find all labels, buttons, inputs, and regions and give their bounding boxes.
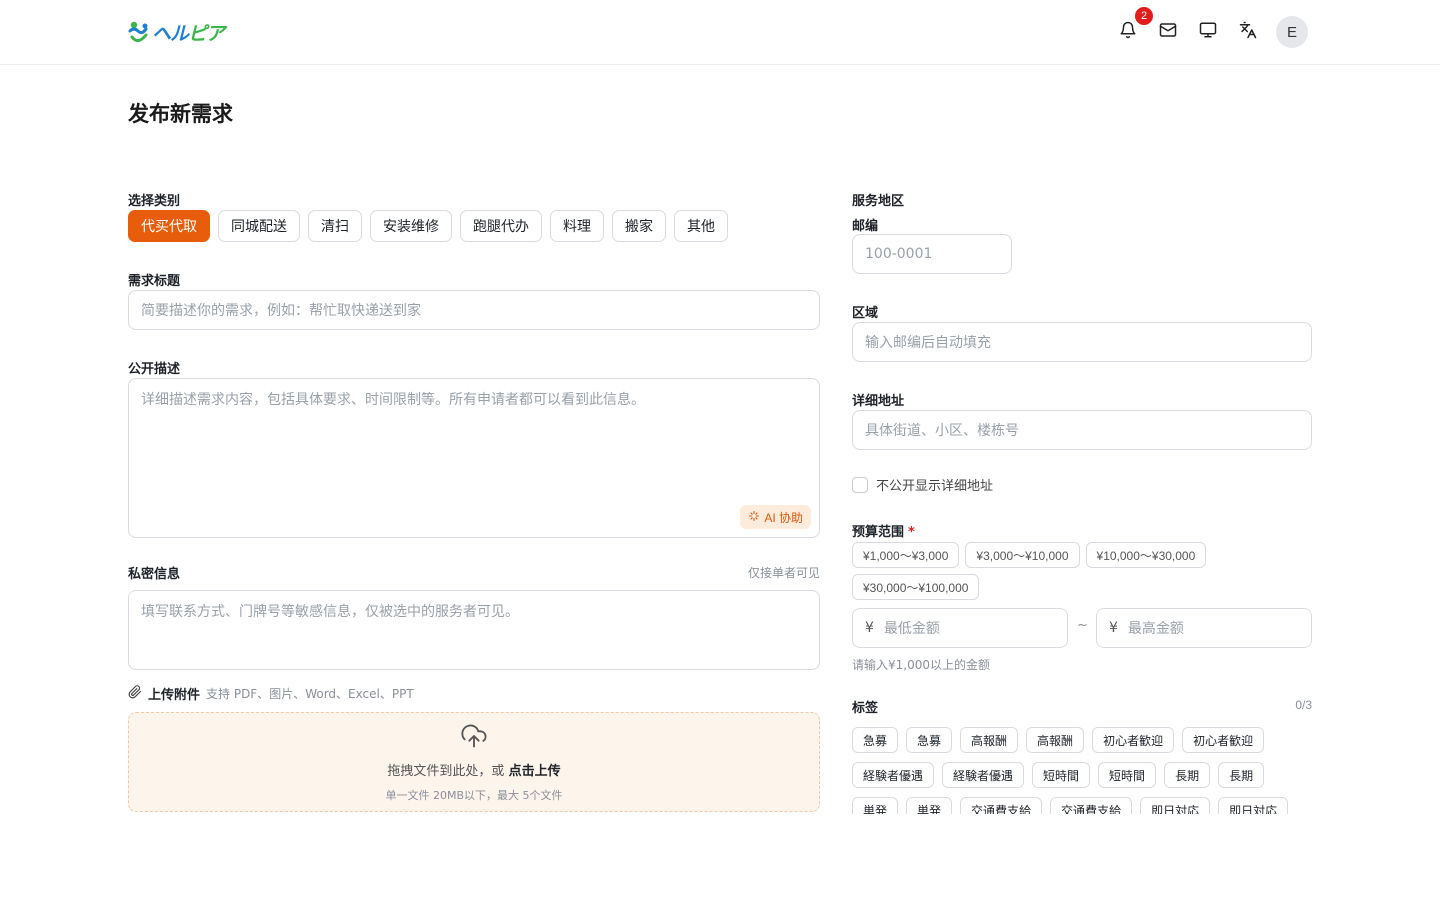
category-chip[interactable]: 清扫 — [308, 210, 362, 242]
tag-chip[interactable]: 経験者優遇 — [852, 762, 935, 788]
ai-assist-button[interactable]: AI 协助 — [740, 505, 811, 529]
postal-placeholder: 100-0001 — [865, 246, 933, 262]
hide-address-label: 不公开显示详细地址 — [876, 479, 994, 494]
monitor-icon — [1199, 21, 1217, 43]
budget-preset-chip[interactable]: ¥10,000〜¥30,000 — [1085, 542, 1207, 568]
tag-chip[interactable]: 即日対応 — [1140, 797, 1211, 814]
tag-chip[interactable]: 交通費支給 — [960, 797, 1043, 814]
top-header: ヘルピア 2 E — [0, 0, 1440, 65]
address-input[interactable]: 具体街道、小区、楼栋号 — [852, 410, 1312, 450]
tags-label: 标签 — [852, 701, 879, 716]
tag-chip[interactable]: 交通費支給 — [1050, 797, 1133, 814]
upload-header: 上传附件 支持 PDF、图片、Word、Excel、PPT — [128, 684, 414, 703]
tag-chip[interactable]: 短時間 — [1032, 762, 1091, 788]
category-chip[interactable]: 同城配送 — [218, 210, 300, 242]
upload-label: 上传附件 — [148, 688, 201, 703]
budget-presets: ¥1,000〜¥3,000 ¥3,000〜¥10,000 ¥10,000〜¥30… — [852, 542, 1312, 600]
sparkle-icon — [748, 510, 760, 525]
required-mark: * — [908, 525, 915, 540]
tag-chip[interactable]: 高報酬 — [1026, 727, 1085, 753]
service-area-label: 服务地区 — [852, 194, 905, 209]
tag-chip[interactable]: 単発 — [852, 797, 899, 814]
budget-min-input[interactable]: ¥ 最低金额 — [852, 608, 1068, 648]
upload-dropzone[interactable]: 拖拽文件到此处，或 点击上传 单一文件 20MB以下，最大 5个文件 — [128, 712, 820, 812]
upload-limit: 单一文件 20MB以下，最大 5个文件 — [385, 788, 563, 802]
region-label: 区域 — [852, 306, 879, 321]
cloud-upload-icon — [460, 722, 488, 754]
tag-chip[interactable]: 急募 — [906, 727, 953, 753]
category-chip[interactable]: 搬家 — [612, 210, 666, 242]
currency-symbol: ¥ — [865, 620, 874, 636]
category-chip[interactable]: 其他 — [674, 210, 728, 242]
upload-hint: 支持 PDF、图片、Word、Excel、PPT — [206, 687, 414, 701]
budget-preset-chip[interactable]: ¥1,000〜¥3,000 — [852, 542, 960, 568]
hide-address-checkbox[interactable] — [852, 476, 868, 493]
private-info-label: 私密信息 — [128, 567, 181, 582]
logo-mark-icon — [128, 19, 150, 45]
bell-icon — [1119, 21, 1137, 43]
region-input[interactable]: 输入邮编后自动填充 — [852, 322, 1312, 362]
public-desc-label: 公开描述 — [128, 362, 181, 377]
currency-symbol: ¥ — [1109, 620, 1118, 636]
mail-icon — [1159, 21, 1177, 43]
private-info-hint: 仅接单者可见 — [747, 566, 820, 580]
budget-preset-chip[interactable]: ¥30,000〜¥100,000 — [852, 574, 980, 600]
title-input[interactable]: 简要描述你的需求，例如：帮忙取快递送到家 — [128, 290, 820, 330]
paperclip-icon — [128, 684, 142, 703]
private-info-textarea[interactable]: 填写联系方式、门牌号等敏感信息，仅被选中的服务者可见。 — [128, 590, 820, 670]
dropzone-text: 拖拽文件到此处，或 点击上传 — [387, 760, 560, 779]
address-label: 详细地址 — [852, 394, 905, 409]
logo-text: ヘルピア — [152, 22, 225, 45]
public-desc-placeholder: 详细描述需求内容，包括具体要求、时间限制等。所有申请者都可以看到此信息。 — [141, 392, 645, 408]
budget-max-placeholder: 最高金额 — [1127, 621, 1184, 637]
tags-count: 0/3 — [1295, 698, 1312, 712]
notifications-button[interactable]: 2 — [1116, 7, 1153, 44]
category-label: 选择类别 — [128, 194, 181, 209]
budget-label-row: 预算范围 * — [852, 521, 915, 540]
translate-icon — [1239, 21, 1257, 43]
tag-chip[interactable]: 短時間 — [1098, 762, 1157, 788]
budget-separator: ~ — [1077, 618, 1088, 633]
tag-chip[interactable]: 即日対応 — [1218, 797, 1289, 814]
public-desc-textarea[interactable]: 详细描述需求内容，包括具体要求、时间限制等。所有申请者都可以看到此信息。 AI … — [128, 378, 820, 538]
category-chip[interactable]: 料理 — [550, 210, 604, 242]
tag-chip[interactable]: 高報酬 — [960, 727, 1019, 753]
hide-address-row: 不公开显示详细地址 — [852, 475, 993, 494]
private-info-placeholder: 填写联系方式、门牌号等敏感信息，仅被选中的服务者可见。 — [141, 604, 519, 620]
display-button[interactable] — [1196, 20, 1220, 44]
title-placeholder: 简要描述你的需求，例如：帮忙取快递送到家 — [141, 303, 421, 319]
messages-button[interactable] — [1156, 20, 1180, 44]
category-chips: 代买代取 同城配送 清扫 安装维修 跑腿代办 料理 搬家 其他 — [128, 210, 728, 242]
tag-chip[interactable]: 初心者歓迎 — [1092, 727, 1175, 753]
page-title: 发布新需求 — [128, 102, 233, 126]
category-chip[interactable]: 安装维修 — [370, 210, 452, 242]
category-chip[interactable]: 跑腿代办 — [460, 210, 542, 242]
user-avatar[interactable]: E — [1276, 16, 1308, 48]
budget-label: 预算范围 — [852, 525, 905, 540]
category-chip[interactable]: 代买代取 — [128, 210, 210, 242]
budget-preset-chip[interactable]: ¥3,000〜¥10,000 — [965, 542, 1080, 568]
tag-chip[interactable]: 初心者歓迎 — [1182, 727, 1265, 753]
notification-badge: 2 — [1135, 7, 1153, 25]
budget-min-placeholder: 最低金额 — [883, 621, 940, 637]
dropzone-drop-text: 拖拽文件到此处，或 — [387, 763, 505, 779]
language-button[interactable] — [1236, 20, 1260, 44]
click-upload-link[interactable]: 点击上传 — [509, 764, 561, 779]
address-placeholder: 具体街道、小区、楼栋号 — [865, 423, 1019, 439]
tag-chip[interactable]: 長期 — [1218, 762, 1265, 788]
budget-note: 请输入¥1,000以上的金额 — [852, 658, 990, 672]
postal-input[interactable]: 100-0001 — [852, 234, 1012, 274]
tag-chip[interactable]: 長期 — [1164, 762, 1211, 788]
budget-max-input[interactable]: ¥ 最高金额 — [1096, 608, 1312, 648]
ai-assist-label: AI 协助 — [764, 510, 803, 525]
tag-chip[interactable]: 急募 — [852, 727, 899, 753]
tag-chip[interactable]: 単発 — [906, 797, 953, 814]
header-actions: 2 E — [1116, 7, 1308, 48]
tag-chip[interactable]: 経験者優遇 — [942, 762, 1025, 788]
region-placeholder: 输入邮编后自动填充 — [865, 335, 991, 351]
postal-label: 邮编 — [852, 219, 879, 234]
logo[interactable]: ヘルピア — [128, 16, 225, 48]
title-label: 需求标题 — [128, 274, 181, 289]
tag-list: 急募 急募 高報酬 高報酬 初心者歓迎 初心者歓迎 経験者優遇 経験者優遇 短時… — [852, 727, 1312, 814]
